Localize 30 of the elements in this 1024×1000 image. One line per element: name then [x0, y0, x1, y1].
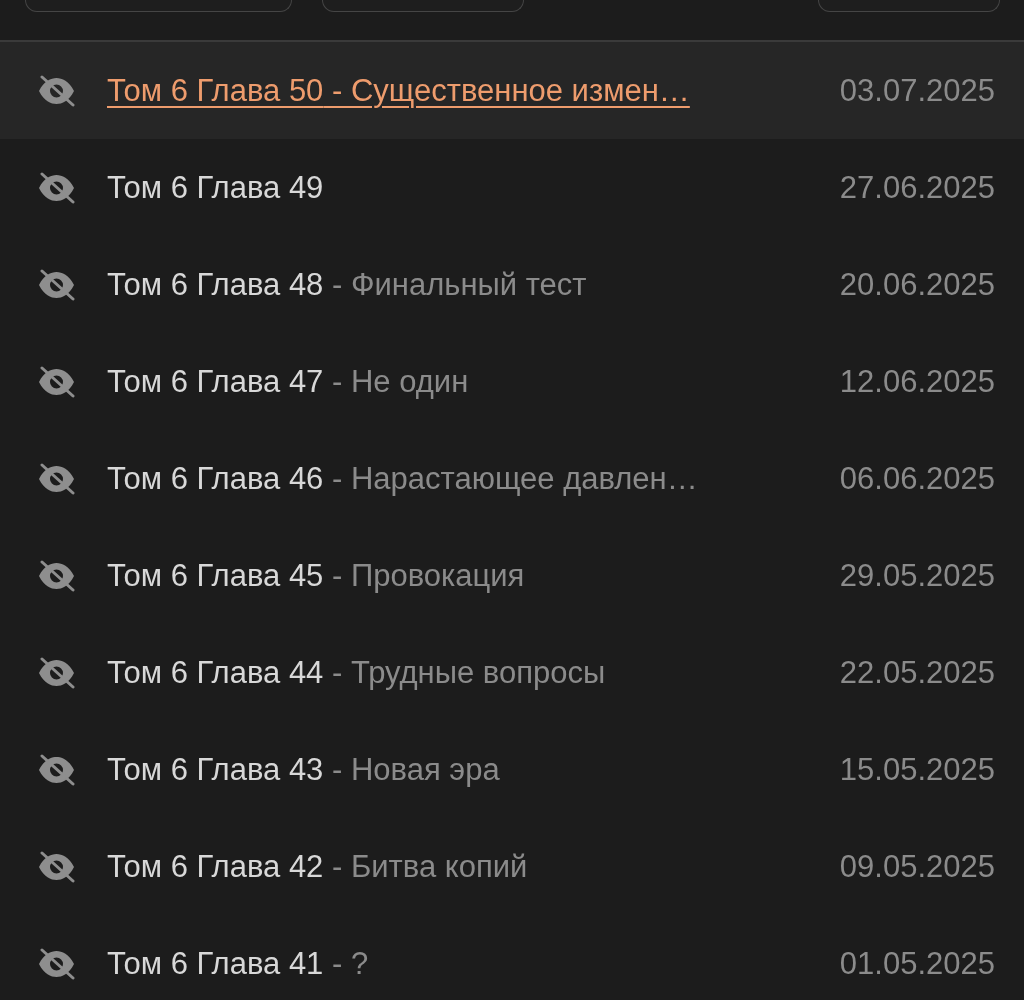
- chapter-date: 03.07.2025: [839, 72, 995, 109]
- eye-slash-icon[interactable]: [38, 365, 75, 398]
- chapter-date: 27.06.2025: [839, 169, 995, 206]
- eye-slash-icon[interactable]: [38, 462, 75, 495]
- eye-slash-icon[interactable]: [38, 171, 75, 204]
- chapter-date: 09.05.2025: [839, 848, 995, 885]
- chapter-link[interactable]: Том 6 Глава 50 - Существенное измен…: [107, 72, 820, 109]
- eye-slash-icon[interactable]: [38, 753, 75, 786]
- chapter-date: 22.05.2025: [839, 654, 995, 691]
- eye-slash-icon[interactable]: [38, 559, 75, 592]
- chapter-date: 01.05.2025: [839, 945, 995, 982]
- eye-slash-icon[interactable]: [38, 850, 75, 883]
- chapter-date: 12.06.2025: [839, 363, 995, 400]
- chapter-link[interactable]: Том 6 Глава 47 - Не один: [107, 363, 820, 400]
- eye-slash-icon[interactable]: [38, 74, 75, 107]
- eye-slash-icon[interactable]: [38, 656, 75, 689]
- chapter-link[interactable]: Том 6 Глава 44 - Трудные вопросы: [107, 654, 820, 691]
- chapter-link[interactable]: Том 6 Глава 41 - ?: [107, 945, 820, 982]
- chapter-link[interactable]: Том 6 Глава 42 - Битва копий: [107, 848, 820, 885]
- chapter-link[interactable]: Том 6 Глава 45 - Провокация: [107, 557, 820, 594]
- chapter-link[interactable]: Том 6 Глава 48 - Финальный тест: [107, 266, 820, 303]
- chapter-date: 06.06.2025: [839, 460, 995, 497]
- eye-slash-icon[interactable]: [38, 268, 75, 301]
- chapter-date: 29.05.2025: [839, 557, 995, 594]
- chapter-link[interactable]: Том 6 Глава 43 - Новая эра: [107, 751, 820, 788]
- chapter-link[interactable]: Том 6 Глава 49: [107, 169, 820, 206]
- chapter-date: 15.05.2025: [839, 751, 995, 788]
- eye-slash-icon[interactable]: [38, 947, 75, 980]
- chapter-link[interactable]: Том 6 Глава 46 - Нарастающее давлен…: [107, 460, 820, 497]
- chapter-date: 20.06.2025: [839, 266, 995, 303]
